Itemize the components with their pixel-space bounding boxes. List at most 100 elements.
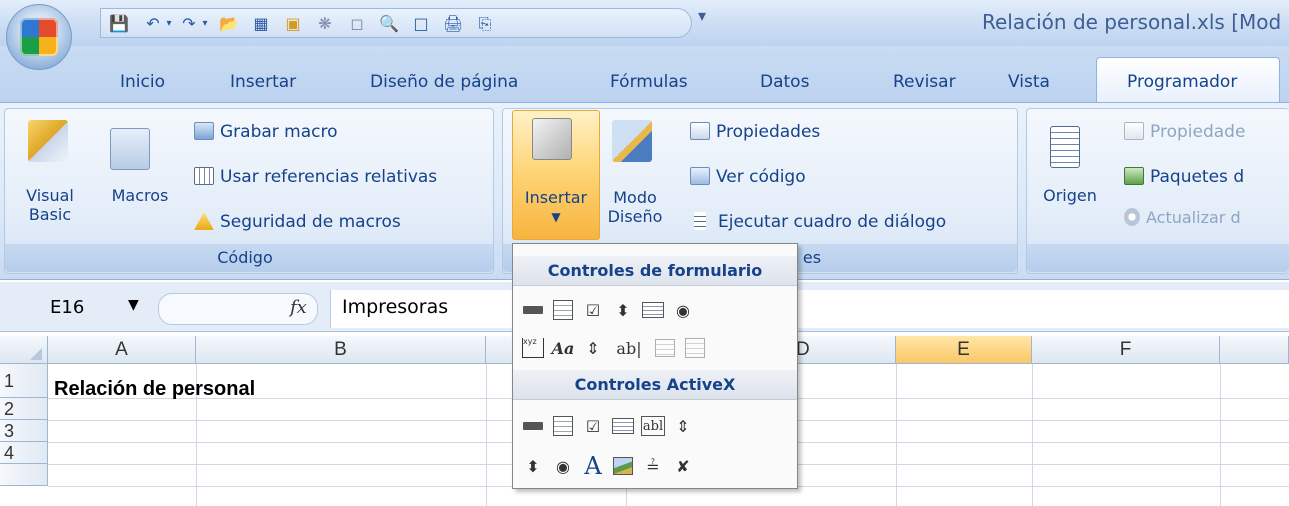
form-button-icon[interactable] [521,298,545,322]
office-logo-icon[interactable] [20,18,58,56]
row-header-4[interactable]: 4 [0,442,48,464]
insert-function-icon[interactable]: fx [290,297,307,318]
macros-icon[interactable] [110,128,150,170]
form-combo-list-edit-icon[interactable] [653,336,677,360]
tab-datos[interactable]: Datos [760,72,809,92]
redo-dropdown-icon[interactable]: ▾ [195,15,215,33]
name-box[interactable]: E16 [50,297,84,318]
form-list-box-icon[interactable] [641,298,665,322]
spelling-icon[interactable]: ❋ [315,15,335,33]
print-preview-icon[interactable]: ▦ [251,15,271,33]
tab-vista[interactable]: Vista [1008,72,1050,92]
form-text-field-icon[interactable]: ab| [611,336,647,360]
open-icon[interactable]: 📂 [219,15,239,33]
activex-check-box-icon[interactable]: ☑ [581,414,605,438]
form-option-button-icon[interactable]: ◉ [671,298,695,322]
tab-inicio[interactable]: Inicio [120,72,165,92]
propiedades-button[interactable]: Propiedades [690,120,820,144]
window-title: Relación de personal.xls [Mod [982,10,1282,34]
column-header-a[interactable]: A [48,336,196,364]
quick-access-toolbar: 💾 ↶ ▾ ↷ ▾ 📂 ▦ ▣ ❋ ◻ 🔍 □ 🖨 ⎘ [100,8,692,38]
paquetes-label: Paquetes d [1150,167,1245,187]
row-header-5[interactable] [0,464,48,486]
formula-input[interactable] [330,290,1289,328]
zoom-icon[interactable]: 🔍 [379,15,399,33]
activex-more-controls-icon[interactable]: ✘ [671,454,695,478]
activex-image-icon[interactable] [611,454,635,478]
row-header-2[interactable]: 2 [0,398,48,420]
visual-basic-button[interactable]: Visual Basic [22,186,78,224]
actualizar-button[interactable]: Actualizar d [1124,206,1241,230]
xml-properties-icon [1124,122,1144,140]
modo-diseno-button[interactable]: Modo Diseño [600,188,670,226]
form-group-box-icon[interactable]: xyz [521,336,545,360]
activex-button-icon[interactable] [521,414,545,438]
xml-source-icon[interactable] [1050,126,1080,168]
insertar-dropdown-icon[interactable]: ▼ [512,208,600,227]
activex-label-icon[interactable]: A [581,452,605,480]
insertar-button[interactable]: Insertar [512,188,600,207]
origen-button[interactable]: Origen [1038,186,1102,205]
ejecutar-dialogo-button[interactable]: Ejecutar cuadro de diálogo [690,210,946,234]
form-scroll-bar-icon[interactable]: ⇕ [581,336,605,360]
visual-basic-label-1: Visual [26,186,74,205]
row-header-3[interactable]: 3 [0,420,48,442]
macros-button[interactable]: Macros [102,186,178,205]
form-controls-row-2: xyz Aa ⇕ ab| [521,334,707,362]
shape-icon[interactable]: ◻ [347,15,367,33]
column-header-g[interactable] [1220,336,1289,364]
activex-list-box-icon[interactable] [611,414,635,438]
name-box-dropdown-icon[interactable]: ▼ [128,297,139,313]
grabar-macro-button[interactable]: Grabar macro [194,120,338,144]
gridline-col-f [1220,364,1221,506]
form-check-box-icon[interactable]: ☑ [581,298,605,322]
cell-a1[interactable]: Relación de personal [54,378,255,401]
column-header-f[interactable]: F [1032,336,1220,364]
activex-spin-button-icon[interactable]: ⬍ [521,454,545,478]
undo-dropdown-icon[interactable]: ▾ [159,15,179,33]
properties-icon [690,122,710,140]
expansion-packs-icon [1124,167,1144,185]
new-icon[interactable]: ▣ [283,15,303,33]
save-icon[interactable]: 💾 [109,15,129,33]
row-header-1[interactable]: 1 [0,364,48,398]
tab-programador[interactable]: Programador [1127,72,1237,92]
refresh-icon [1124,208,1140,226]
ver-codigo-button[interactable]: Ver código [690,165,806,189]
record-macro-icon [194,122,214,140]
visual-basic-icon[interactable] [28,120,68,162]
activex-text-box-icon[interactable]: abl [641,416,665,436]
tab-diseno-de-pagina[interactable]: Diseño de página [370,72,518,92]
usar-referencias-button[interactable]: Usar referencias relativas [194,165,437,189]
print-icon[interactable]: ⎘ [475,15,495,33]
form-controls-header: Controles de formulario [513,256,797,286]
tab-revisar[interactable]: Revisar [893,72,956,92]
printer-icon[interactable]: 🖨 [443,15,463,33]
paquetes-button[interactable]: Paquetes d [1124,165,1244,189]
form-controls-row-1: ☑ ⬍ ◉ [521,296,695,324]
seguridad-macros-button[interactable]: Seguridad de macros [194,210,401,234]
xml-propiedades-button[interactable]: Propiedade [1124,120,1245,144]
form-combo-drop-down-edit-icon[interactable] [683,336,707,360]
qat-customize-icon[interactable]: ▾ [698,6,706,25]
column-header-e[interactable]: E [896,336,1032,364]
activex-combo-box-icon[interactable] [551,414,575,438]
tools-icon[interactable] [532,118,572,160]
design-mode-icon[interactable] [612,120,652,162]
xml-propiedades-label: Propiedade [1150,122,1246,142]
grabar-macro-label: Grabar macro [220,122,338,142]
column-header-b[interactable]: B [196,336,486,364]
activex-controls-row-1: ☑ abl ⇕ [521,412,695,440]
activex-toggle-button-icon[interactable]: ≟ [641,454,665,478]
modo-label-1: Modo [613,188,657,207]
activex-option-button-icon[interactable]: ◉ [551,454,575,478]
tab-insertar[interactable]: Insertar [230,72,296,92]
form-label-icon[interactable]: Aa [551,336,575,360]
group-controles-label: es [802,248,822,267]
page-icon[interactable]: □ [411,15,431,33]
form-spin-button-icon[interactable]: ⬍ [611,298,635,322]
activex-scroll-bar-icon[interactable]: ⇕ [671,414,695,438]
form-combo-box-icon[interactable] [551,298,575,322]
insert-controls-dropdown: Controles de formulario ☑ ⬍ ◉ xyz Aa ⇕ a… [512,243,798,489]
tab-formulas[interactable]: Fórmulas [610,72,688,92]
